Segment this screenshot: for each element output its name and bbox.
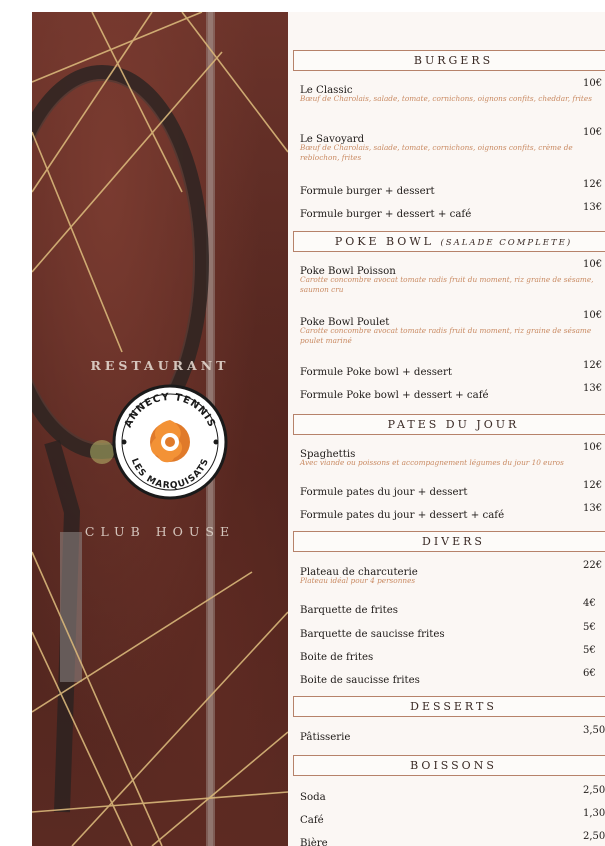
item-name: Formule burger + dessert: [300, 186, 435, 197]
item-name: Boite de saucisse frites: [300, 675, 420, 686]
item-price: 10€: [583, 259, 603, 270]
menu-item: Formule pates du jour + dessert 12€: [300, 480, 605, 498]
gold-line: [181, 12, 288, 153]
restaurant-label: RESTAURANT: [90, 358, 230, 373]
gold-line: [32, 131, 123, 353]
menu-item: Barquette de saucisse frites 5€: [300, 622, 605, 640]
menu-item: Boite de frites 5€: [300, 645, 605, 663]
item-price: 6€: [583, 668, 596, 679]
item-price: 22€: [583, 560, 603, 571]
item-price: 10€: [583, 78, 603, 89]
menu-item: Formule Poke bowl + dessert + café 13€: [300, 383, 605, 401]
section-title-pates: PATES DU JOUR: [293, 414, 605, 435]
item-price: 12€: [583, 179, 603, 190]
section-title-text: POKE BOWL: [334, 235, 434, 248]
section-title-text: BURGERS: [413, 54, 494, 67]
menu-item: Bière 2,50€: [300, 831, 605, 846]
item-name: Formule burger + dessert + café: [300, 209, 472, 220]
item-price: 10€: [583, 442, 603, 453]
item-price: 12€: [583, 360, 603, 371]
menu-item: Le Savoyard 10€ Bœuf de Charolais, salade…: [300, 127, 605, 163]
item-name: Boite de frites: [300, 652, 374, 663]
item-name: Poke Bowl Poisson: [300, 266, 396, 277]
logo-emblem: ANNECY TENNIS LES MARQUISATS: [112, 384, 228, 500]
item-price: 10€: [583, 127, 603, 138]
item-price: 5€: [583, 622, 596, 633]
item-name: Café: [300, 815, 324, 826]
section-title-desserts: DESSERTS: [293, 696, 605, 717]
logo-dot-right: [213, 439, 219, 445]
menu-item: Poke Bowl Poisson 10€ Carotte concombre a…: [300, 259, 605, 295]
club-house-label: CLUB HOUSE: [84, 524, 236, 539]
item-name: Bière: [300, 838, 328, 846]
item-description: Carotte concombre avocat tomate radis fr…: [300, 326, 592, 345]
item-name: Formule Poke bowl + dessert + café: [300, 390, 489, 401]
item-description: Carotte concombre avocat tomate radis fr…: [300, 275, 594, 294]
item-price: 2,50€: [583, 785, 605, 796]
menu-item: Boite de saucisse frites 6€: [300, 668, 605, 686]
item-name: Poke Bowl Poulet: [300, 317, 390, 328]
menu-item: Plateau de charcuterie 22€ Plateau idéal …: [300, 560, 605, 586]
section-title-boissons: BOISSONS: [293, 755, 605, 776]
item-name: Formule pates du jour + dessert + café: [300, 510, 505, 521]
item-description: Bœuf de Charolais, salade, tomate, corni…: [300, 143, 573, 162]
menu-page: BURGERS Le Classic 10€ Bœuf de Charolais,…: [288, 12, 605, 846]
menu-item: Le Classic 10€ Bœuf de Charolais, salade,…: [300, 78, 605, 104]
section-title-poke-bowl: POKE BOWL (SALADE COMPLETE): [293, 231, 605, 252]
item-price: 4€: [583, 598, 596, 609]
club-logo: ANNECY TENNIS LES MARQUISATS: [110, 382, 230, 502]
item-price: 13€: [583, 383, 603, 394]
item-name: Plateau de charcuterie: [300, 567, 418, 578]
section-title-text: DIVERS: [422, 535, 485, 548]
item-name: Formule pates du jour + dessert: [300, 487, 468, 498]
item-name: Le Classic: [300, 85, 353, 96]
item-name: Pâtisserie: [300, 732, 351, 743]
item-price: 12€: [583, 480, 603, 491]
section-title-divers: DIVERS: [293, 531, 605, 552]
menu-item: Formule pates du jour + dessert + café 13…: [300, 503, 605, 521]
logo-dot-left: [121, 439, 127, 445]
item-price: 3,50€: [583, 725, 605, 736]
section-title-text: DESSERTS: [410, 700, 497, 713]
section-subtitle: (SALADE COMPLETE): [440, 238, 573, 248]
section-title-text: PATES DU JOUR: [387, 418, 520, 431]
item-name: Formule Poke bowl + dessert: [300, 367, 452, 378]
gold-line: [151, 731, 288, 846]
item-price: 1,30€: [583, 808, 605, 819]
item-name: Soda: [300, 792, 326, 803]
decorative-panel: RESTAURANT ANNECY TENNIS LES MARQUISATS: [32, 12, 288, 846]
menu-item: Pâtisserie 3,50€: [300, 725, 605, 743]
item-price: 13€: [583, 503, 603, 514]
logo-flower-center: [165, 437, 175, 447]
section-title-text: BOISSONS: [410, 759, 497, 772]
menu-item: Soda 2,50€: [300, 785, 605, 803]
menu-item: Formule burger + dessert + café 13€: [300, 202, 605, 220]
item-name: Le Savoyard: [300, 134, 365, 145]
item-price: 13€: [583, 202, 603, 213]
menu-item: Formule Poke bowl + dessert 12€: [300, 360, 605, 378]
menu-item: Café 1,30€: [300, 808, 605, 826]
item-name: Spaghettis: [300, 449, 356, 460]
item-name: Barquette de frites: [300, 605, 399, 616]
item-price: 10€: [583, 310, 603, 321]
item-price: 5€: [583, 645, 596, 656]
menu-item: Spaghettis 10€ Avec viande ou poissons et…: [300, 442, 605, 468]
gold-line: [71, 611, 288, 846]
menu-item: Formule burger + dessert 12€: [300, 179, 605, 197]
menu-item: Poke Bowl Poulet 10€ Carotte concombre av…: [300, 310, 605, 346]
item-price: 2,50€: [583, 831, 605, 842]
section-title-burgers: BURGERS: [293, 50, 605, 71]
item-name: Barquette de saucisse frites: [300, 629, 445, 640]
menu-item: Barquette de frites 4€: [300, 598, 605, 616]
